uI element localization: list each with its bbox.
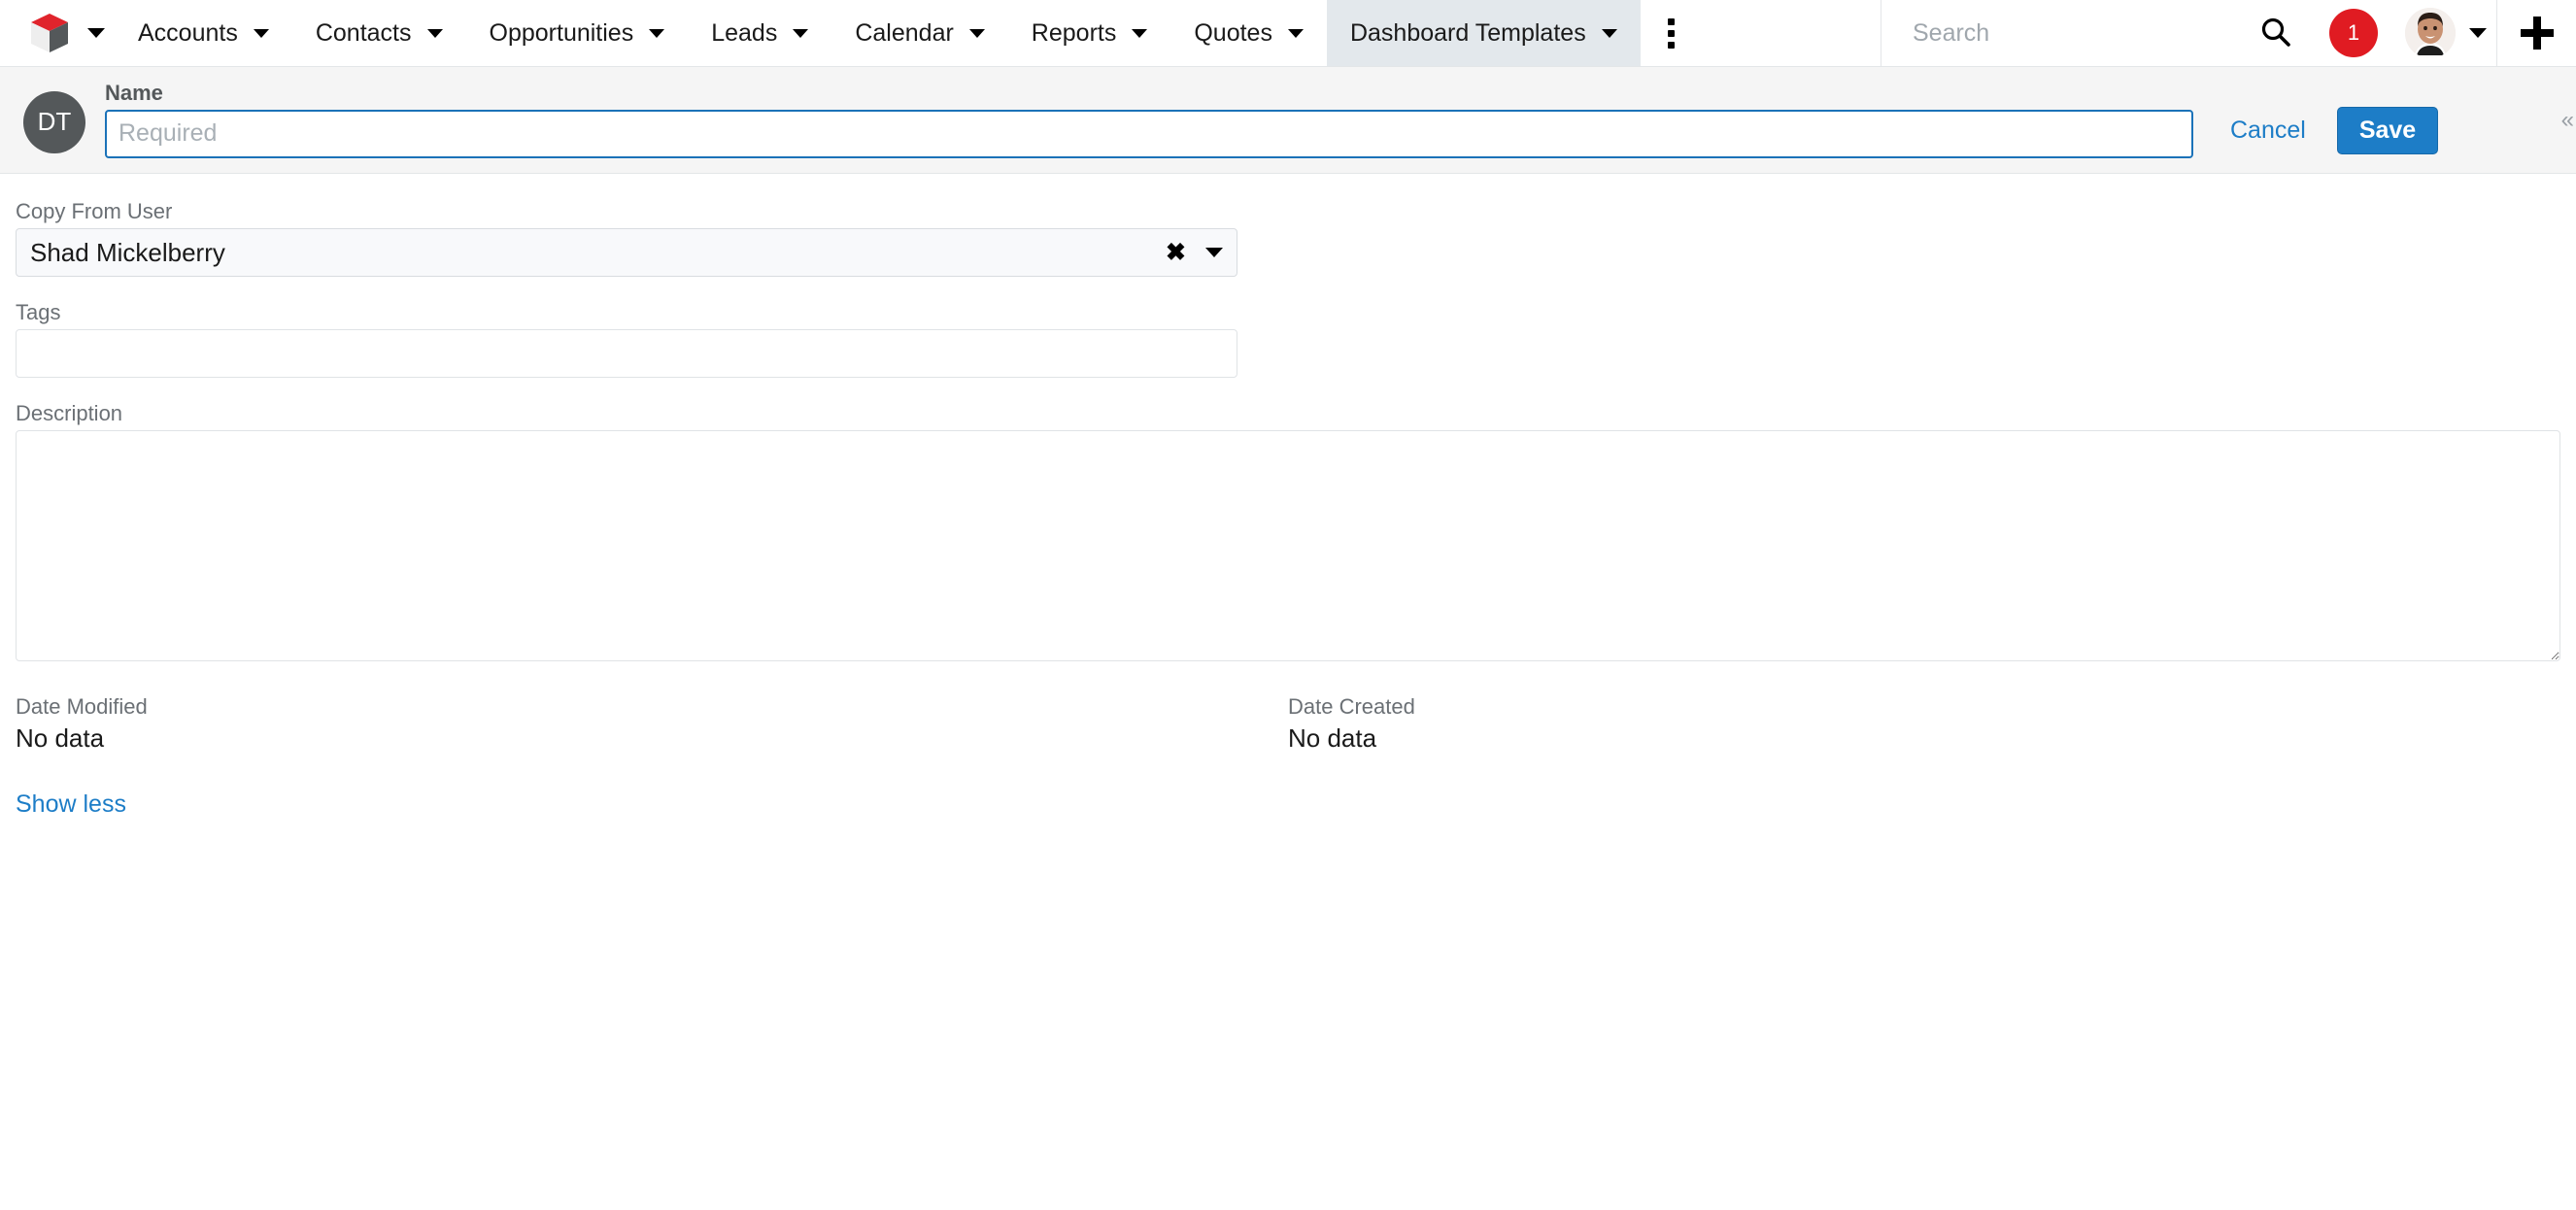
- date-fields-row: Date Modified No data Date Created No da…: [0, 696, 2576, 754]
- chevron-down-icon[interactable]: [253, 28, 269, 38]
- copy-from-user-field: Copy From User Shad Mickelberry ✖: [0, 201, 1253, 277]
- nav-tab-label: Reports: [1031, 18, 1117, 47]
- nav-tab-label: Opportunities: [489, 18, 634, 47]
- nav-tab-label: Quotes: [1194, 18, 1272, 47]
- copy-from-user-value: Shad Mickelberry: [30, 237, 225, 267]
- date-created-field: Date Created No data: [1288, 696, 2560, 754]
- nav-tab-contacts[interactable]: Contacts: [292, 0, 466, 66]
- show-less-link[interactable]: Show less: [16, 790, 126, 819]
- chevron-down-icon: [87, 28, 105, 38]
- nav-tab-label: Accounts: [138, 18, 238, 47]
- sugar-cube-logo-icon: [27, 11, 72, 55]
- record-header-actions: Cancel Save: [2226, 85, 2439, 154]
- description-label: Description: [16, 401, 123, 425]
- tags-label: Tags: [16, 300, 61, 324]
- nav-tab-label: Contacts: [315, 18, 412, 47]
- cancel-button[interactable]: Cancel: [2226, 111, 2310, 151]
- tags-field: Tags: [0, 302, 1253, 378]
- quick-create-button[interactable]: [2496, 0, 2576, 66]
- nav-tab-label: Dashboard Templates: [1349, 18, 1586, 47]
- chevron-down-icon[interactable]: [1287, 28, 1304, 38]
- date-created-label: Date Created: [1288, 694, 1415, 719]
- description-textarea[interactable]: [16, 430, 2560, 661]
- date-modified-value: No data: [16, 723, 105, 753]
- nav-tab-accounts[interactable]: Accounts: [115, 0, 292, 66]
- name-field-group: Name: [105, 80, 2193, 158]
- nav-tab-quotes[interactable]: Quotes: [1170, 0, 1327, 66]
- chevron-down-icon[interactable]: [1205, 248, 1223, 257]
- nav-tab-calendar[interactable]: Calendar: [831, 0, 1007, 66]
- date-created-value: No data: [1288, 723, 1377, 753]
- nav-tab-dashboard-templates[interactable]: Dashboard Templates: [1326, 0, 1641, 66]
- search-icon: [2259, 16, 2292, 51]
- record-header: DT Name Cancel Save «: [0, 67, 2576, 174]
- chevron-down-icon[interactable]: [426, 28, 443, 38]
- nav-tab-label: Calendar: [855, 18, 954, 47]
- name-field-label: Name: [105, 80, 163, 105]
- chevron-down-icon[interactable]: [1601, 28, 1617, 38]
- record-avatar-initials: DT: [37, 107, 72, 136]
- user-menu[interactable]: [2395, 0, 2496, 66]
- chevron-down-icon: [2469, 28, 2487, 38]
- clear-selection-icon[interactable]: ✖: [1166, 240, 1186, 265]
- kebab-menu-icon[interactable]: [1641, 0, 1702, 66]
- search-input[interactable]: [1911, 17, 2215, 49]
- date-modified-field: Date Modified No data: [16, 696, 1288, 754]
- name-input[interactable]: [105, 109, 2193, 158]
- date-modified-label: Date Modified: [16, 694, 148, 719]
- save-button[interactable]: Save: [2336, 107, 2439, 154]
- chevron-double-left-icon[interactable]: «: [2561, 108, 2574, 132]
- nav-tab-label: Leads: [711, 18, 778, 47]
- nav-tab-leads[interactable]: Leads: [688, 0, 831, 66]
- module-tabs: Accounts Contacts Opportunities Leads Ca…: [115, 0, 1641, 66]
- chevron-down-icon[interactable]: [649, 28, 665, 38]
- copy-from-user-select[interactable]: Shad Mickelberry ✖: [16, 228, 1237, 277]
- chevron-down-icon[interactable]: [1132, 28, 1148, 38]
- plus-icon: [2520, 17, 2554, 50]
- nav-tab-opportunities[interactable]: Opportunities: [466, 0, 689, 66]
- notification-badge[interactable]: 1: [2329, 9, 2378, 57]
- search-button[interactable]: [2240, 0, 2312, 66]
- chevron-down-icon[interactable]: [968, 28, 985, 38]
- tags-input[interactable]: [16, 329, 1237, 378]
- top-navigation-bar: Accounts Contacts Opportunities Leads Ca…: [0, 0, 2576, 67]
- notification-count: 1: [2347, 20, 2360, 45]
- chevron-down-icon[interactable]: [793, 28, 809, 38]
- nav-tab-reports[interactable]: Reports: [1008, 0, 1171, 66]
- avatar: [2405, 8, 2456, 58]
- record-form: Copy From User Shad Mickelberry ✖ Tags D…: [0, 174, 2576, 820]
- description-field: Description: [0, 403, 2576, 661]
- record-avatar: DT: [23, 90, 85, 153]
- app-logo-menu[interactable]: [0, 0, 115, 66]
- copy-from-user-label: Copy From User: [16, 199, 173, 223]
- global-search: [1881, 0, 2240, 66]
